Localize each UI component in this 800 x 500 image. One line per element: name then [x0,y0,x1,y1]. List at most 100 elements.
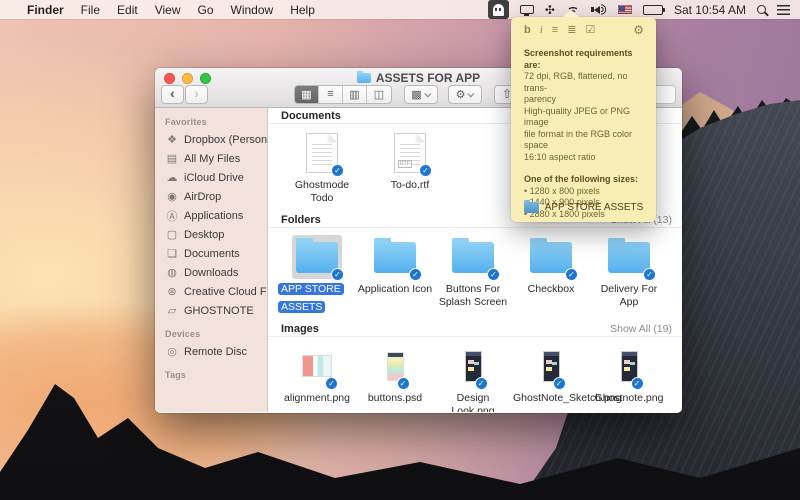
sidebar-item-desktop[interactable]: ▢Desktop [155,225,267,244]
sidebar-item-airdrop[interactable]: ◉AirDrop [155,187,267,206]
fan-status-icon[interactable]: ✣ [545,4,555,16]
volume-icon[interactable] [591,4,607,15]
view-switcher: ▦ ≡ ▥ ◫ [294,85,392,104]
sync-badge-icon [397,377,410,390]
menu-edit[interactable]: Edit [117,3,138,17]
folder-icon [374,242,416,273]
folder-icon [357,73,371,83]
ghost-icon [493,4,504,16]
coverflow-view-button[interactable]: ◫ [367,86,391,103]
sync-badge-icon [409,268,422,281]
menu-go[interactable]: Go [198,3,214,17]
sync-badge-icon [325,377,338,390]
forward-button[interactable]: › [185,85,208,104]
numbered-list-button[interactable]: ≣ [567,25,576,36]
downloads-icon: ◍ [165,266,179,279]
notification-center-icon[interactable] [777,5,790,15]
folder-item-app-store-assets[interactable]: APP STORE ASSETS [278,235,356,315]
folder-icon [296,242,338,273]
image-thumbnail [302,355,332,377]
cloud-icon: ☁ [165,171,179,184]
folder-icon [452,242,494,273]
sidebar-item-all-my-files[interactable]: ▤All My Files [155,149,267,168]
checklist-button[interactable]: ☑ [585,25,595,36]
menu-window[interactable]: Window [231,3,274,17]
menu-finder[interactable]: Finder [27,3,64,17]
bold-button[interactable]: b [524,25,531,36]
desktop-icon: ▢ [165,228,179,241]
sync-badge-icon [643,268,656,281]
sidebar-item-ghostnote[interactable]: ▱GHOSTNOTE [155,301,267,320]
sync-badge-icon [331,164,344,177]
image-item-design-look[interactable]: Design Look.png [434,344,512,412]
menu-bar-clock[interactable]: Sat 10:54 AM [674,3,746,17]
folder-item-application-icon[interactable]: Application Icon [356,235,434,296]
column-view-button[interactable]: ▥ [343,86,367,103]
sidebar-section-favorites: Favorites [155,117,267,130]
battery-icon[interactable] [643,5,663,15]
sidebar-section-tags: Tags [155,370,267,383]
sidebar-item-downloads[interactable]: ◍Downloads [155,263,267,282]
image-item-buttons-psd[interactable]: buttons.psd [356,344,434,405]
image-item-alignment[interactable]: alignment.png [278,344,356,405]
italic-button[interactable]: i [540,25,543,36]
ghostnote-popover: b i ≡ ≣ ☑ ⚙ Screenshot requirements are:… [511,17,656,222]
airplay-display-icon[interactable] [520,5,534,14]
sidebar-item-dropbox[interactable]: ❖Dropbox (Personal) [155,130,267,149]
file-item-todo-rtf[interactable]: RTF To-do.rtf [366,131,454,192]
menu-view[interactable]: View [155,3,181,17]
gear-icon[interactable]: ⚙ [633,24,644,36]
sidebar-item-icloud-drive[interactable]: ☁iCloud Drive [155,168,267,187]
all-my-files-icon: ▤ [165,152,179,165]
bullet-list-button[interactable]: ≡ [552,25,558,36]
section-header-images: Images Show All (19) [268,321,682,337]
input-source-flag-icon[interactable] [618,5,632,14]
sync-badge-icon [475,377,488,390]
applications-icon: Ⓐ [165,208,179,224]
sync-badge-icon [631,377,644,390]
folder-item-partial[interactable] [668,235,682,279]
sidebar-item-applications[interactable]: ⒶApplications [155,206,267,225]
menu-file[interactable]: File [81,3,100,17]
documents-icon: ❏ [165,247,179,260]
folder-item-delivery[interactable]: Delivery For App [590,235,668,308]
dropbox-icon: ❖ [165,133,179,146]
sync-badge-icon [419,164,432,177]
sidebar-item-remote-disc[interactable]: ◎Remote Disc [155,342,267,361]
note-context-target[interactable]: APP STORE ASSETS [511,202,656,213]
image-item-partial[interactable] [668,344,682,388]
sidebar-item-creative-cloud[interactable]: ⊛Creative Cloud Files [155,282,267,301]
sidebar-section-devices: Devices [155,329,267,342]
icon-view-button[interactable]: ▦ [295,86,319,103]
image-item-ghostnote-png[interactable]: Ghostnote.png [590,344,668,405]
folder-item-buttons-splash[interactable]: Buttons For Splash Screen [434,235,512,308]
chevron-down-icon [468,90,475,97]
sidebar: Favorites ❖Dropbox (Personal) ▤All My Fi… [155,108,268,412]
folder-icon [530,242,572,273]
sync-badge-icon [553,377,566,390]
menu-bar: Finder File Edit View Go Window Help ✣ S… [0,0,800,19]
image-item-ghostnote-sketch[interactable]: GhostNote_Sketch.png [512,344,590,405]
action-menu-button[interactable]: ⚙ [448,85,482,104]
sidebar-item-documents[interactable]: ❏Documents [155,244,267,263]
note-toolbar: b i ≡ ≣ ☑ ⚙ [511,17,656,40]
folder-item-checkbox[interactable]: Checkbox [512,235,590,296]
folder-icon [524,202,539,213]
folder-icon: ▱ [165,304,179,317]
menu-help[interactable]: Help [290,3,315,17]
list-view-button[interactable]: ≡ [319,86,343,103]
disc-icon: ◎ [165,345,179,358]
show-all-images-link[interactable]: Show All (19) [610,323,672,335]
ghostnote-menubar-icon[interactable] [488,0,509,19]
back-button[interactable]: ‹ [161,85,184,104]
file-item-ghostmode-todo[interactable]: Ghostmode Todo [278,131,366,204]
sync-badge-icon [565,268,578,281]
arrange-button[interactable]: ▩ [404,85,438,104]
chevron-down-icon [424,90,431,97]
spotlight-icon[interactable] [757,5,766,14]
sync-badge-icon [487,268,500,281]
airdrop-icon: ◉ [165,190,179,203]
folder-icon [608,242,650,273]
note-text[interactable]: Screenshot requirements are: 72 dpi, RGB… [511,40,656,220]
popover-arrow [563,10,579,17]
